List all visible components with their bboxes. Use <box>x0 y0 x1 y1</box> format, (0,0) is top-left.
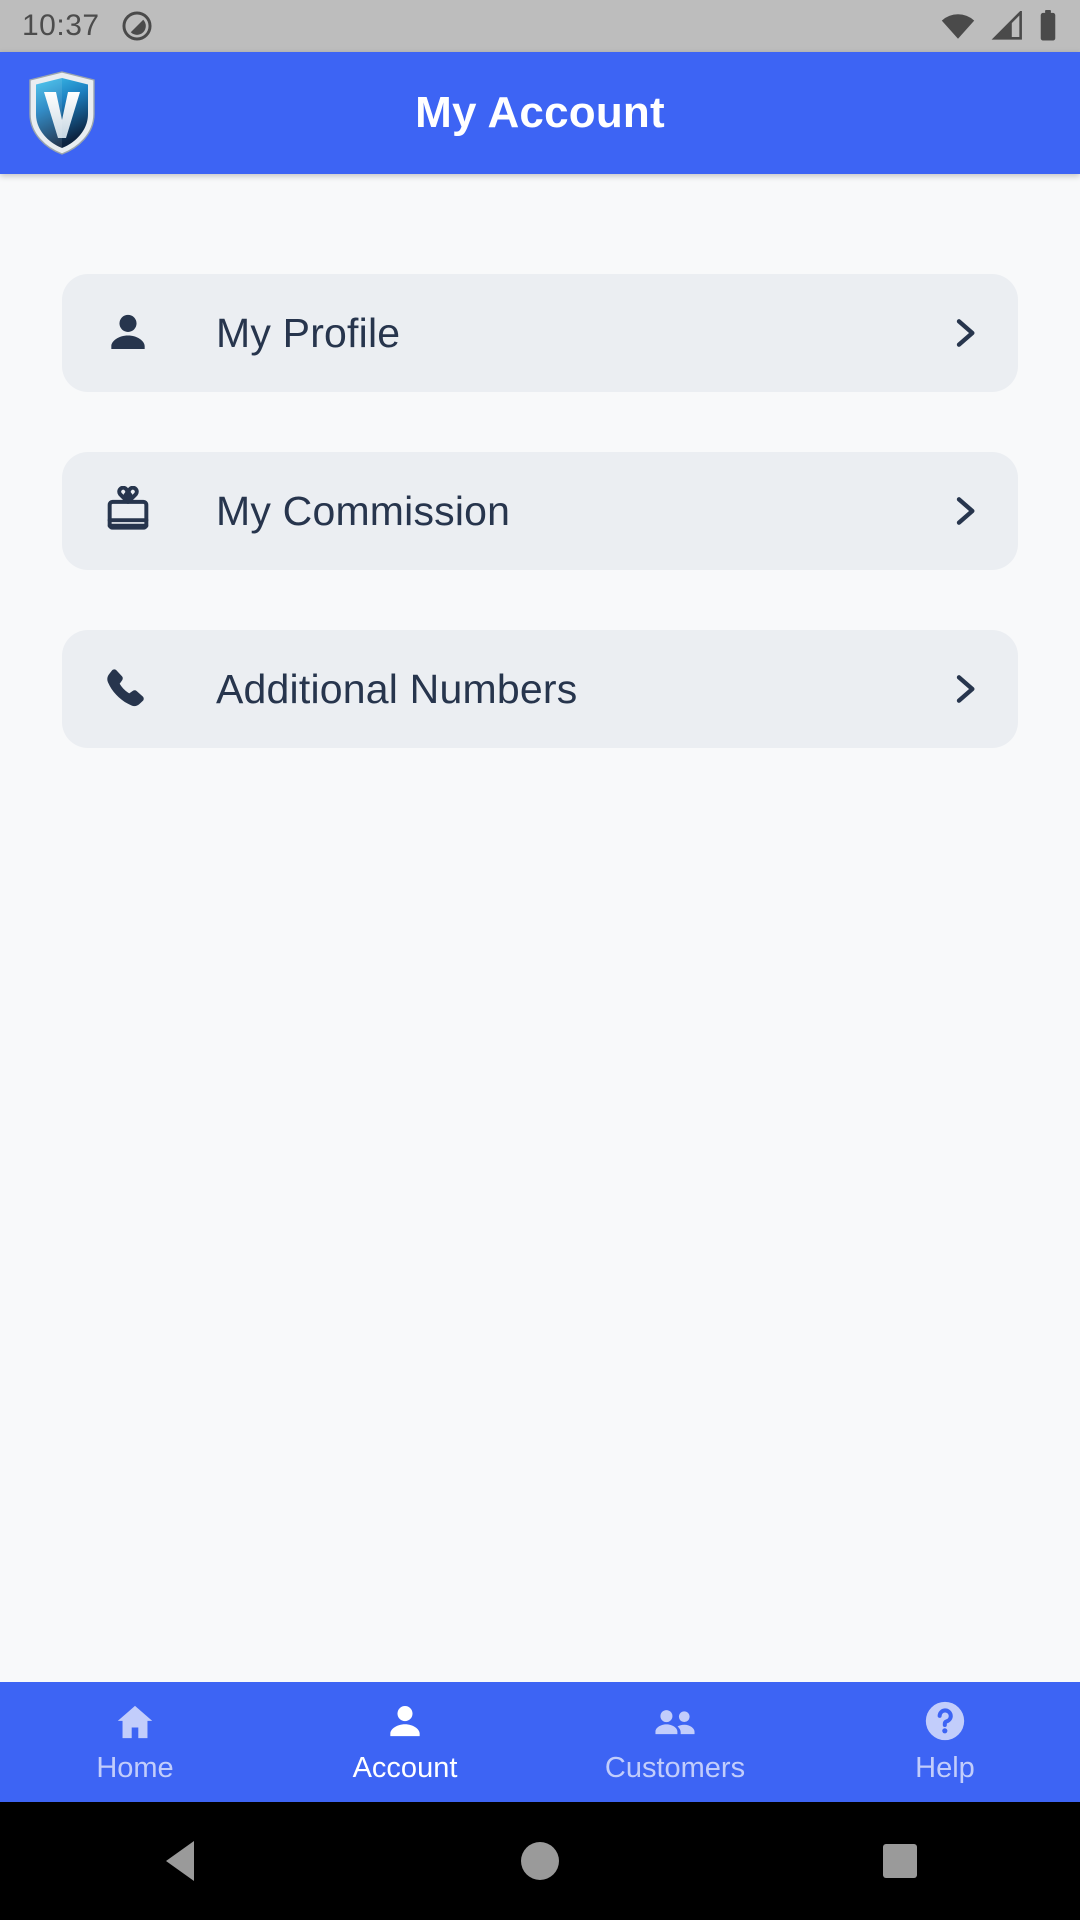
menu-item-my-profile[interactable]: My Profile <box>62 274 1018 392</box>
phone-icon <box>100 664 156 714</box>
battery-icon <box>1038 10 1058 42</box>
menu-item-label: Additional Numbers <box>216 665 578 712</box>
wifi-icon <box>940 11 976 41</box>
nav-tab-home[interactable]: Home <box>0 1700 270 1785</box>
bottom-navigation-bar: Home Account Customers Help <box>0 1682 1080 1802</box>
person-icon <box>383 1700 427 1744</box>
back-triangle-icon[interactable] <box>0 1841 360 1881</box>
chevron-right-icon[interactable] <box>944 669 984 709</box>
nav-tab-customers[interactable]: Customers <box>540 1700 810 1785</box>
menu-item-label: My Profile <box>216 309 401 356</box>
menu-item-label: My Commission <box>216 487 511 534</box>
shield-v-logo <box>26 70 98 156</box>
people-icon <box>651 1700 699 1744</box>
app-screen: 10:37 My Account My Profile My Commissio… <box>0 0 1080 1920</box>
gift-icon <box>100 486 156 536</box>
android-system-navigation <box>0 1802 1080 1920</box>
content-area: My Profile My Commission Additional Numb… <box>0 174 1080 1682</box>
menu-item-my-commission[interactable]: My Commission <box>62 452 1018 570</box>
chevron-right-icon[interactable] <box>944 491 984 531</box>
help-circle-icon <box>922 1700 968 1744</box>
recents-square-icon[interactable] <box>720 1844 1080 1878</box>
nav-tab-account[interactable]: Account <box>270 1700 540 1785</box>
person-icon <box>100 308 156 358</box>
nav-tab-label: Customers <box>604 1751 746 1784</box>
status-bar-right <box>940 10 1058 42</box>
dnd-icon <box>120 9 154 43</box>
home-icon <box>113 1700 157 1744</box>
nav-tab-label: Home <box>96 1751 174 1784</box>
chevron-right-icon[interactable] <box>944 313 984 353</box>
page-title: My Account <box>415 88 665 137</box>
nav-tab-help[interactable]: Help <box>810 1700 1080 1785</box>
menu-item-additional-numbers[interactable]: Additional Numbers <box>62 630 1018 748</box>
nav-tab-label: Help <box>915 1751 975 1784</box>
status-bar: 10:37 <box>0 0 1080 52</box>
app-bar: My Account <box>0 52 1080 174</box>
status-bar-left: 10:37 <box>22 9 154 43</box>
cellular-signal-icon <box>990 11 1024 41</box>
nav-tab-label: Account <box>352 1751 458 1784</box>
home-circle-icon[interactable] <box>360 1842 720 1880</box>
status-bar-clock: 10:37 <box>22 9 100 42</box>
